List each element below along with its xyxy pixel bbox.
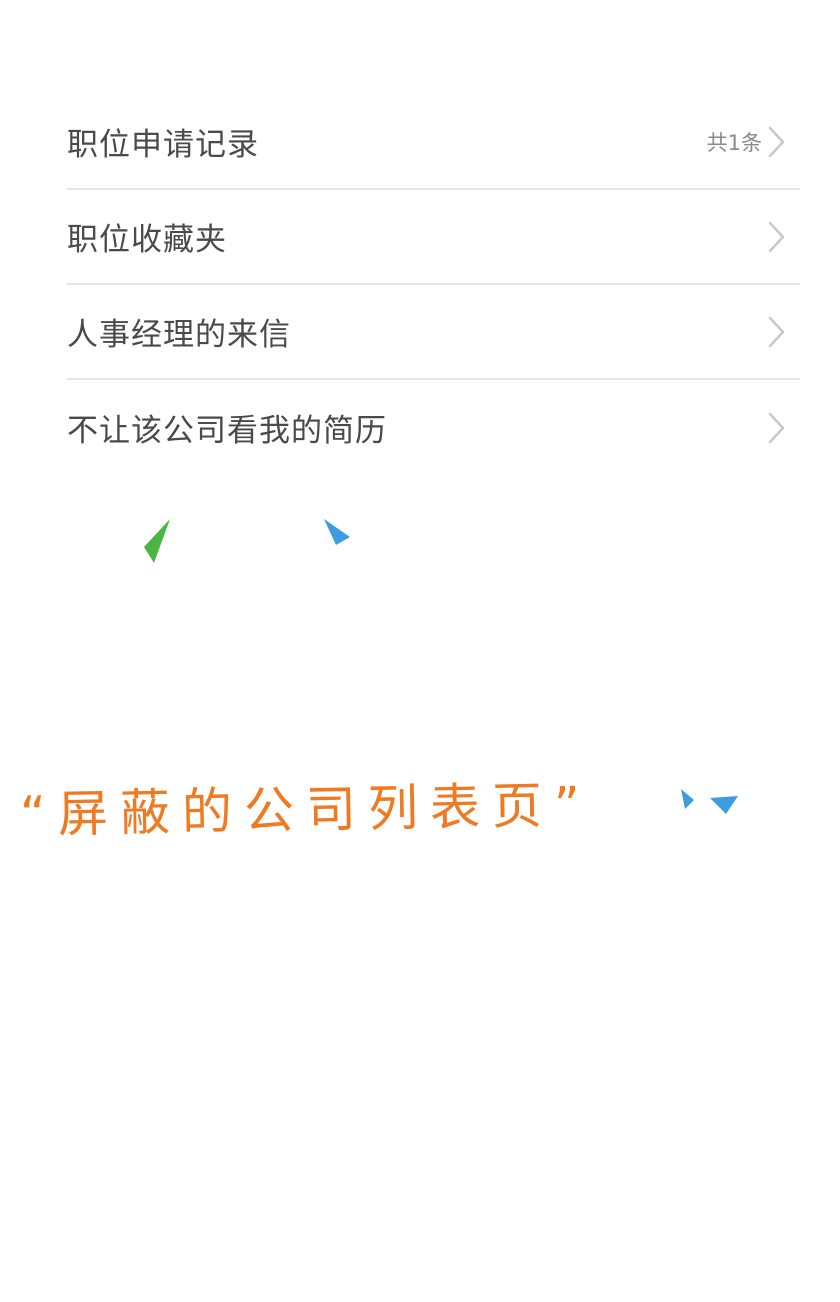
menu-item-job-applications[interactable]: 职位申请记录 共1条 [67, 95, 800, 190]
green-triangle-icon [144, 519, 170, 563]
menu-item-label: 职位收藏夹 [67, 222, 227, 258]
chevron-right-icon [768, 412, 785, 443]
menu-item-right [768, 285, 786, 378]
application-count-badge: 共1条 [706, 130, 762, 155]
menu-item-right: 共1条 [707, 95, 786, 188]
menu-item-right [768, 190, 786, 283]
blue-triangle-icon [681, 789, 694, 809]
menu-list: 职位申请记录 共1条 职位收藏夹 人事经理的来信 不让该公司看我的简历 [67, 95, 800, 475]
menu-item-job-favorites[interactable]: 职位收藏夹 [67, 190, 800, 285]
blue-triangle-icon [710, 796, 738, 814]
menu-item-label: 不让该公司看我的简历 [67, 413, 387, 449]
menu-item-label: 人事经理的来信 [67, 317, 291, 353]
page-annotation: “屏蔽的公司列表页” [19, 776, 593, 844]
menu-item-hr-messages[interactable]: 人事经理的来信 [67, 285, 800, 380]
menu-item-label: 职位申请记录 [67, 127, 259, 163]
chevron-right-icon [768, 126, 785, 157]
chevron-right-icon [768, 316, 785, 347]
menu-item-right [768, 380, 786, 475]
chevron-right-icon [768, 221, 785, 252]
blue-triangle-icon [324, 519, 350, 545]
menu-item-blocked-companies[interactable]: 不让该公司看我的简历 [67, 380, 800, 475]
